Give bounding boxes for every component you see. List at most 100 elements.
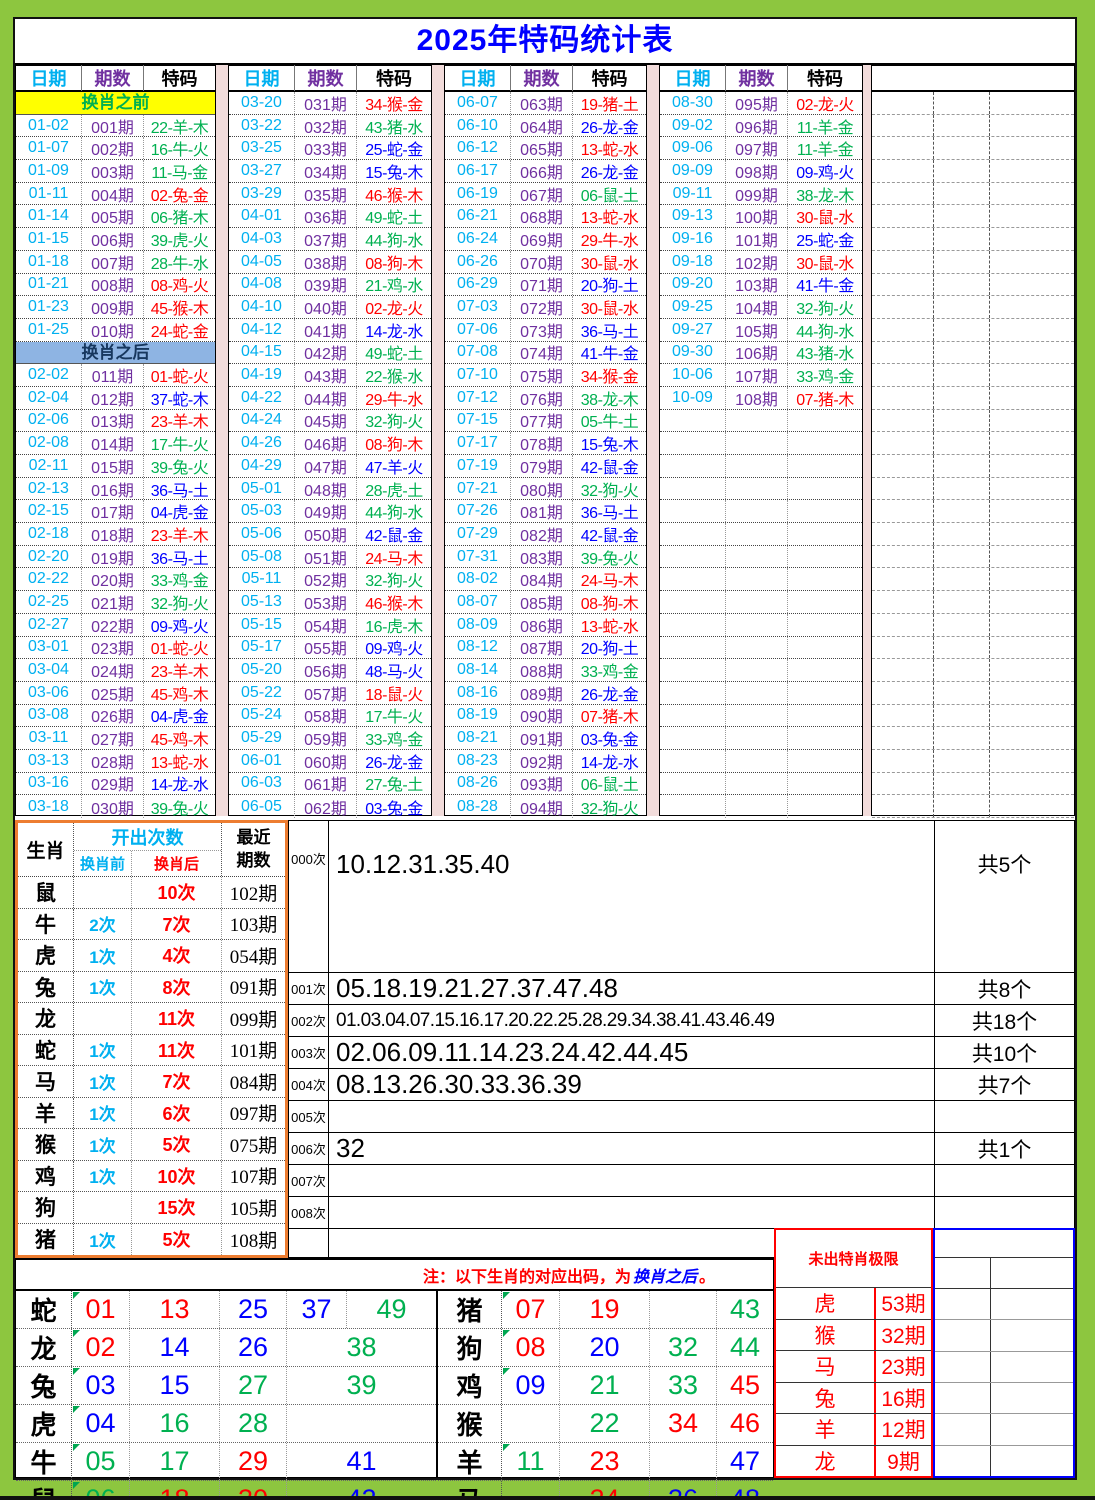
mapping-row: 猴 22 34 46: [438, 1405, 773, 1443]
empty-cell: [934, 386, 990, 409]
code-cell: 11-羊-金: [796, 142, 854, 160]
date-cell: [660, 409, 726, 432]
mapping-row: 狗 08 20 32 44: [438, 1329, 773, 1367]
code-cell: 44-狗-水: [796, 323, 854, 341]
codes-column-group-3: 日期 期数 特码 06-07 063期 19-猪-土 06-10 064期 26-龙-金 06-1…: [444, 65, 647, 818]
date-cell: 05-08: [229, 545, 295, 568]
code-cell: 44-狗-水: [365, 505, 423, 523]
empty-cell: [990, 705, 1074, 727]
code-cell: 47-羊-火: [365, 459, 423, 477]
table-row: 07-15 077期 05-牛-土: [445, 409, 646, 433]
empty-cell: [990, 750, 1074, 772]
date-cell: [660, 432, 726, 454]
empty-cell: [872, 228, 934, 250]
period-cell: 091期: [511, 727, 573, 749]
number-cell: [502, 1405, 560, 1442]
blue-box-subheader-row: [935, 1258, 1073, 1289]
code-cell: 15-兔-木: [580, 437, 639, 455]
empty-row: [872, 409, 1074, 433]
zodiac-cell: 狗: [18, 1192, 74, 1223]
table-row: 06-01 060期 26-龙-金: [229, 749, 431, 773]
table-row: 06-10 064期 26-龙-金: [445, 114, 646, 138]
table-row: 04-19 043期 22-猴-水: [229, 364, 431, 387]
recent-period-cell: 108期: [229, 1230, 278, 1252]
stats-row: 牛 2次 7次 103期: [18, 908, 285, 940]
empty-row: [872, 182, 1074, 206]
empty-cell: [934, 523, 990, 545]
empty-row: [872, 591, 1074, 614]
table-row: 02-06 013期 23-羊-木: [16, 409, 215, 433]
code-cell: [788, 568, 862, 590]
period-header: 期数: [295, 65, 357, 91]
limit-box: 未出特肖极限 虎 53期猴 32期马 23期兔 16期羊 12期龙 9期: [774, 1228, 933, 1478]
date-cell: 08-12: [445, 636, 511, 659]
limit-period-cell: 23期: [881, 1356, 926, 1380]
numbers-cell: 05.18.19.21.27.37.47.48: [336, 973, 618, 1003]
period-cell: 080期: [511, 477, 573, 499]
empty-cell: [872, 409, 934, 432]
date-cell: 06-12: [445, 137, 511, 160]
date-cell: 05-22: [229, 681, 295, 704]
table-row: 02-11 015期 39-兔-火: [16, 455, 215, 478]
empty-cell: [990, 228, 1074, 250]
statistics-sheet: 2025年特码统计表 日期 期数 特码 换肖之前 01-02 001期 22-羊-木 01-0…: [0, 0, 1095, 1500]
number-cell: 46: [729, 1408, 761, 1438]
code-cell: [788, 591, 862, 613]
date-cell: 04-05: [229, 250, 295, 273]
date-cell: 07-26: [445, 500, 511, 523]
date-cell: 05-11: [229, 568, 295, 591]
empty-cell: [872, 795, 934, 817]
code-cell: 41-牛-金: [580, 346, 639, 364]
count-label: 004次: [289, 1069, 329, 1100]
column-header-row: 日期 期数 特码: [660, 65, 862, 92]
empty-row: [872, 795, 1074, 818]
period-cell: 095期: [726, 92, 788, 114]
date-cell: 04-08: [229, 273, 295, 296]
zodiac-cell: 鸡: [18, 1160, 74, 1191]
numbers-cell: [329, 1197, 934, 1228]
period-cell: 106期: [726, 341, 788, 363]
zodiac-label: 猴: [438, 1405, 502, 1442]
empty-row: [660, 659, 862, 682]
period-cell: 038期: [295, 250, 357, 273]
blue-box-row: [935, 1445, 1073, 1476]
empty-cell: [872, 137, 934, 160]
empty-cell: [934, 704, 990, 727]
empty-cell: [990, 205, 1074, 227]
empty-cell: [872, 318, 934, 341]
period-cell: 041期: [295, 318, 357, 341]
code-cell: [788, 500, 862, 522]
frequency-row: 002次 01.03.04.07.15.16.17.20.22.25.28.29.…: [289, 1005, 1074, 1037]
period-cell: 066期: [511, 160, 573, 182]
date-cell: 03-25: [229, 137, 295, 160]
empty-cell: [990, 183, 1074, 205]
period-cell: 003期: [82, 160, 144, 182]
empty-cell: [990, 773, 1074, 795]
code-header: 特码: [376, 69, 412, 89]
date-cell: [660, 772, 726, 795]
empty-cell: [872, 500, 934, 523]
period-cell: 074期: [511, 341, 573, 363]
table-row: 07-26 081期 36-马-土: [445, 500, 646, 524]
mapping-row: 牛 05 17 29 41: [16, 1443, 436, 1481]
code-cell: 24-马-木: [580, 573, 639, 591]
table-row: 01-21 008期 08-鸡-火: [16, 273, 215, 297]
period-cell: 037期: [295, 228, 357, 250]
code-cell: 09-鸡-火: [365, 641, 423, 659]
table-row: 09-20 103期 41-牛-金: [660, 273, 862, 297]
period-cell: 082期: [511, 523, 573, 545]
code-cell: [788, 432, 862, 454]
mapping-row: 虎 04 16 28: [16, 1405, 436, 1443]
number-cell: 48: [729, 1484, 761, 1500]
empty-cell: [872, 160, 934, 182]
table-row: 03-18 030期 39-兔-火: [16, 795, 215, 818]
period-cell: 060期: [295, 749, 357, 772]
date-cell: 03-04: [16, 659, 82, 681]
code-cell: 42-鼠-金: [580, 459, 639, 477]
period-cell: 008期: [82, 273, 144, 295]
code-cell: 29-牛-水: [580, 232, 639, 250]
after-count-cell: 7次: [132, 908, 222, 939]
period-cell: 081期: [511, 500, 573, 522]
date-cell: 09-02: [660, 114, 726, 137]
code-cell: 02-龙-火: [365, 301, 423, 319]
